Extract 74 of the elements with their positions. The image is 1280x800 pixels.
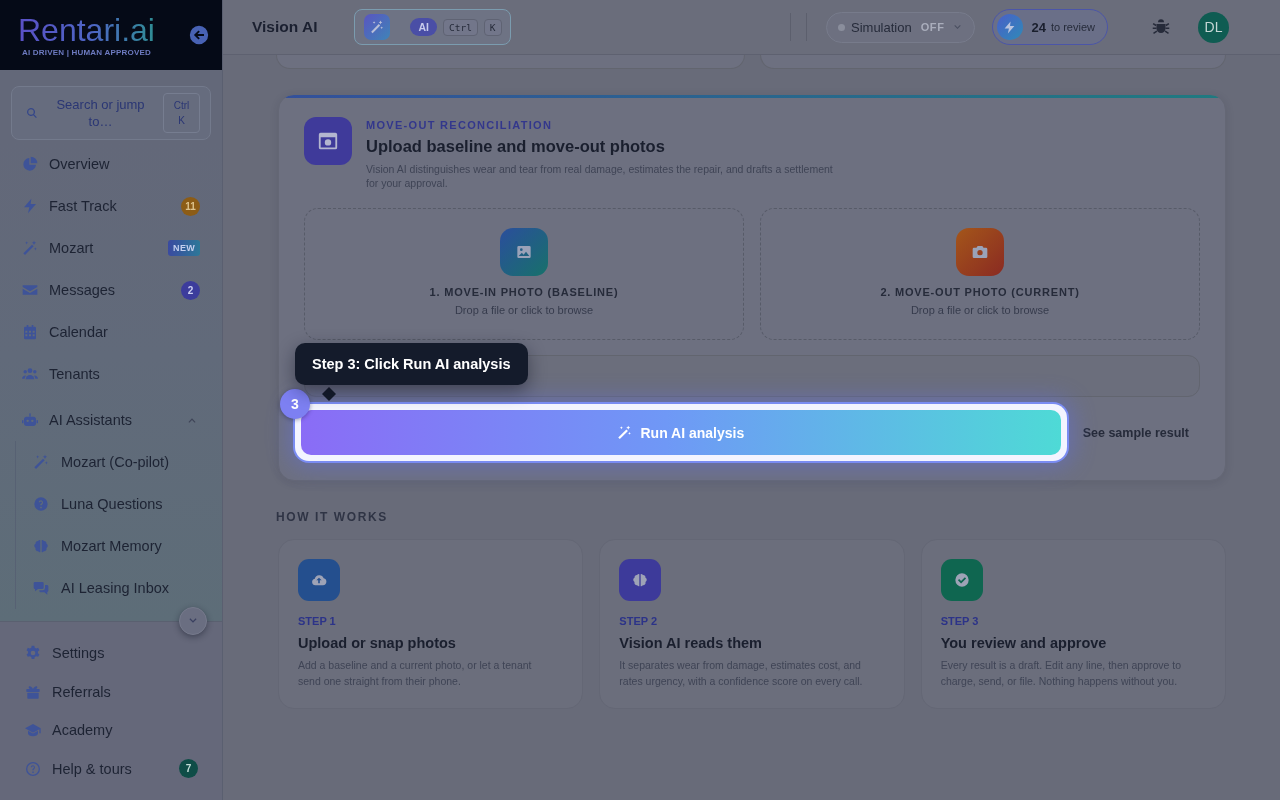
dropzone-label: 2. MOVE-OUT PHOTO (CURRENT) bbox=[880, 286, 1080, 298]
keyboard-key: Ctrl bbox=[442, 18, 478, 36]
gift-icon bbox=[25, 683, 41, 700]
back-arrow-icon[interactable] bbox=[189, 25, 209, 45]
settings-icon bbox=[25, 645, 41, 662]
magic-wand-icon bbox=[364, 14, 391, 40]
new-badge: NEW bbox=[168, 240, 200, 256]
diamond-pointer-icon bbox=[322, 387, 336, 401]
graduation-cap-icon bbox=[25, 722, 41, 739]
nav-item[interactable]: Fast Track 11 bbox=[0, 185, 222, 227]
search-button[interactable]: Search or jump to… Ctrl K bbox=[11, 86, 211, 140]
chevron-down-icon bbox=[952, 22, 962, 32]
people-icon bbox=[22, 366, 38, 382]
question-icon bbox=[33, 496, 49, 512]
logo-tagline: AI DRIVEN | HUMAN APPROVED bbox=[22, 47, 151, 57]
step-number-badge: 3 bbox=[280, 389, 310, 419]
nav-item[interactable]: AI Leasing Inbox bbox=[16, 567, 222, 609]
nav-item[interactable]: Mozart NEW bbox=[0, 227, 222, 269]
help-icon bbox=[25, 760, 41, 777]
run-analysis-button[interactable]: Run AI analysis bbox=[301, 410, 1061, 455]
photo-camera-icon bbox=[304, 117, 352, 165]
section-heading: HOW IT WORKS bbox=[276, 510, 389, 524]
brain-icon bbox=[33, 538, 49, 554]
lightning-icon bbox=[22, 198, 38, 214]
magic-wand-icon bbox=[33, 454, 49, 470]
nav-item[interactable]: Referrals bbox=[0, 672, 222, 711]
count-badge: 2 bbox=[181, 280, 200, 300]
tour-tooltip: Step 3: Click Run AI analysis bbox=[295, 343, 528, 385]
step-title: Vision AI reads them bbox=[619, 635, 762, 651]
page-title: Vision AI bbox=[252, 18, 318, 36]
nav-item[interactable]: Settings bbox=[0, 634, 222, 673]
camera-icon bbox=[956, 228, 1004, 276]
nav-group-toggle[interactable]: AI Assistants bbox=[0, 399, 222, 441]
eyebrow-label: MOVE-OUT RECONCILIATION bbox=[366, 119, 554, 131]
count-badge: 7 bbox=[179, 759, 198, 779]
nav-item[interactable]: Tenants bbox=[0, 353, 222, 395]
robot-icon bbox=[22, 412, 38, 428]
nav-item[interactable]: Mozart (Co-pilot) bbox=[16, 441, 222, 483]
card-title: Upload baseline and move-out photos bbox=[366, 137, 666, 156]
step-label: STEP 3 bbox=[940, 615, 979, 627]
lightning-icon bbox=[996, 14, 1023, 40]
nav-item[interactable]: Mozart Memory bbox=[16, 525, 222, 567]
dropzone-label: 1. MOVE-IN PHOTO (BASELINE) bbox=[429, 286, 619, 298]
step-title: Upload or snap photos bbox=[298, 635, 456, 651]
sample-result-link[interactable]: See sample result bbox=[1082, 425, 1200, 440]
step-title: You review and approve bbox=[940, 635, 1107, 651]
bug-icon[interactable] bbox=[1152, 18, 1170, 36]
search-label: Search or jump to… bbox=[55, 96, 146, 130]
nav-item[interactable]: Messages 2 bbox=[0, 269, 222, 311]
magic-wand-icon bbox=[617, 425, 633, 440]
nav-item[interactable]: Overview bbox=[0, 143, 222, 185]
step-label: STEP 1 bbox=[298, 615, 336, 627]
user-avatar[interactable]: DL bbox=[1198, 11, 1229, 43]
step-label: STEP 2 bbox=[619, 615, 658, 627]
nav-item[interactable]: Calendar bbox=[0, 311, 222, 353]
pie-chart-icon bbox=[22, 156, 38, 172]
nav-item[interactable]: Help & tours 7 bbox=[0, 749, 222, 788]
review-queue-button[interactable]: 24 to review bbox=[991, 9, 1108, 45]
nav-item[interactable]: Academy bbox=[0, 711, 222, 750]
simulation-toggle[interactable]: Simulation OFF bbox=[826, 11, 975, 43]
brain-icon bbox=[619, 559, 662, 601]
nav-item[interactable]: Luna Questions bbox=[16, 483, 222, 525]
search-icon bbox=[26, 107, 38, 119]
ask-ai-button[interactable]: AI Ctrl K bbox=[354, 9, 511, 45]
ai-tag: AI bbox=[410, 18, 437, 36]
magic-wand-icon bbox=[22, 240, 38, 256]
cloud-upload-icon bbox=[298, 559, 340, 601]
chat-bubbles-icon bbox=[33, 580, 49, 596]
image-icon bbox=[500, 228, 548, 276]
keyboard-key: K bbox=[483, 18, 502, 36]
calendar-icon bbox=[22, 324, 38, 340]
shortcut-key: Ctrl K bbox=[163, 93, 200, 133]
count-badge: 11 bbox=[181, 196, 200, 216]
envelope-icon bbox=[22, 282, 38, 298]
